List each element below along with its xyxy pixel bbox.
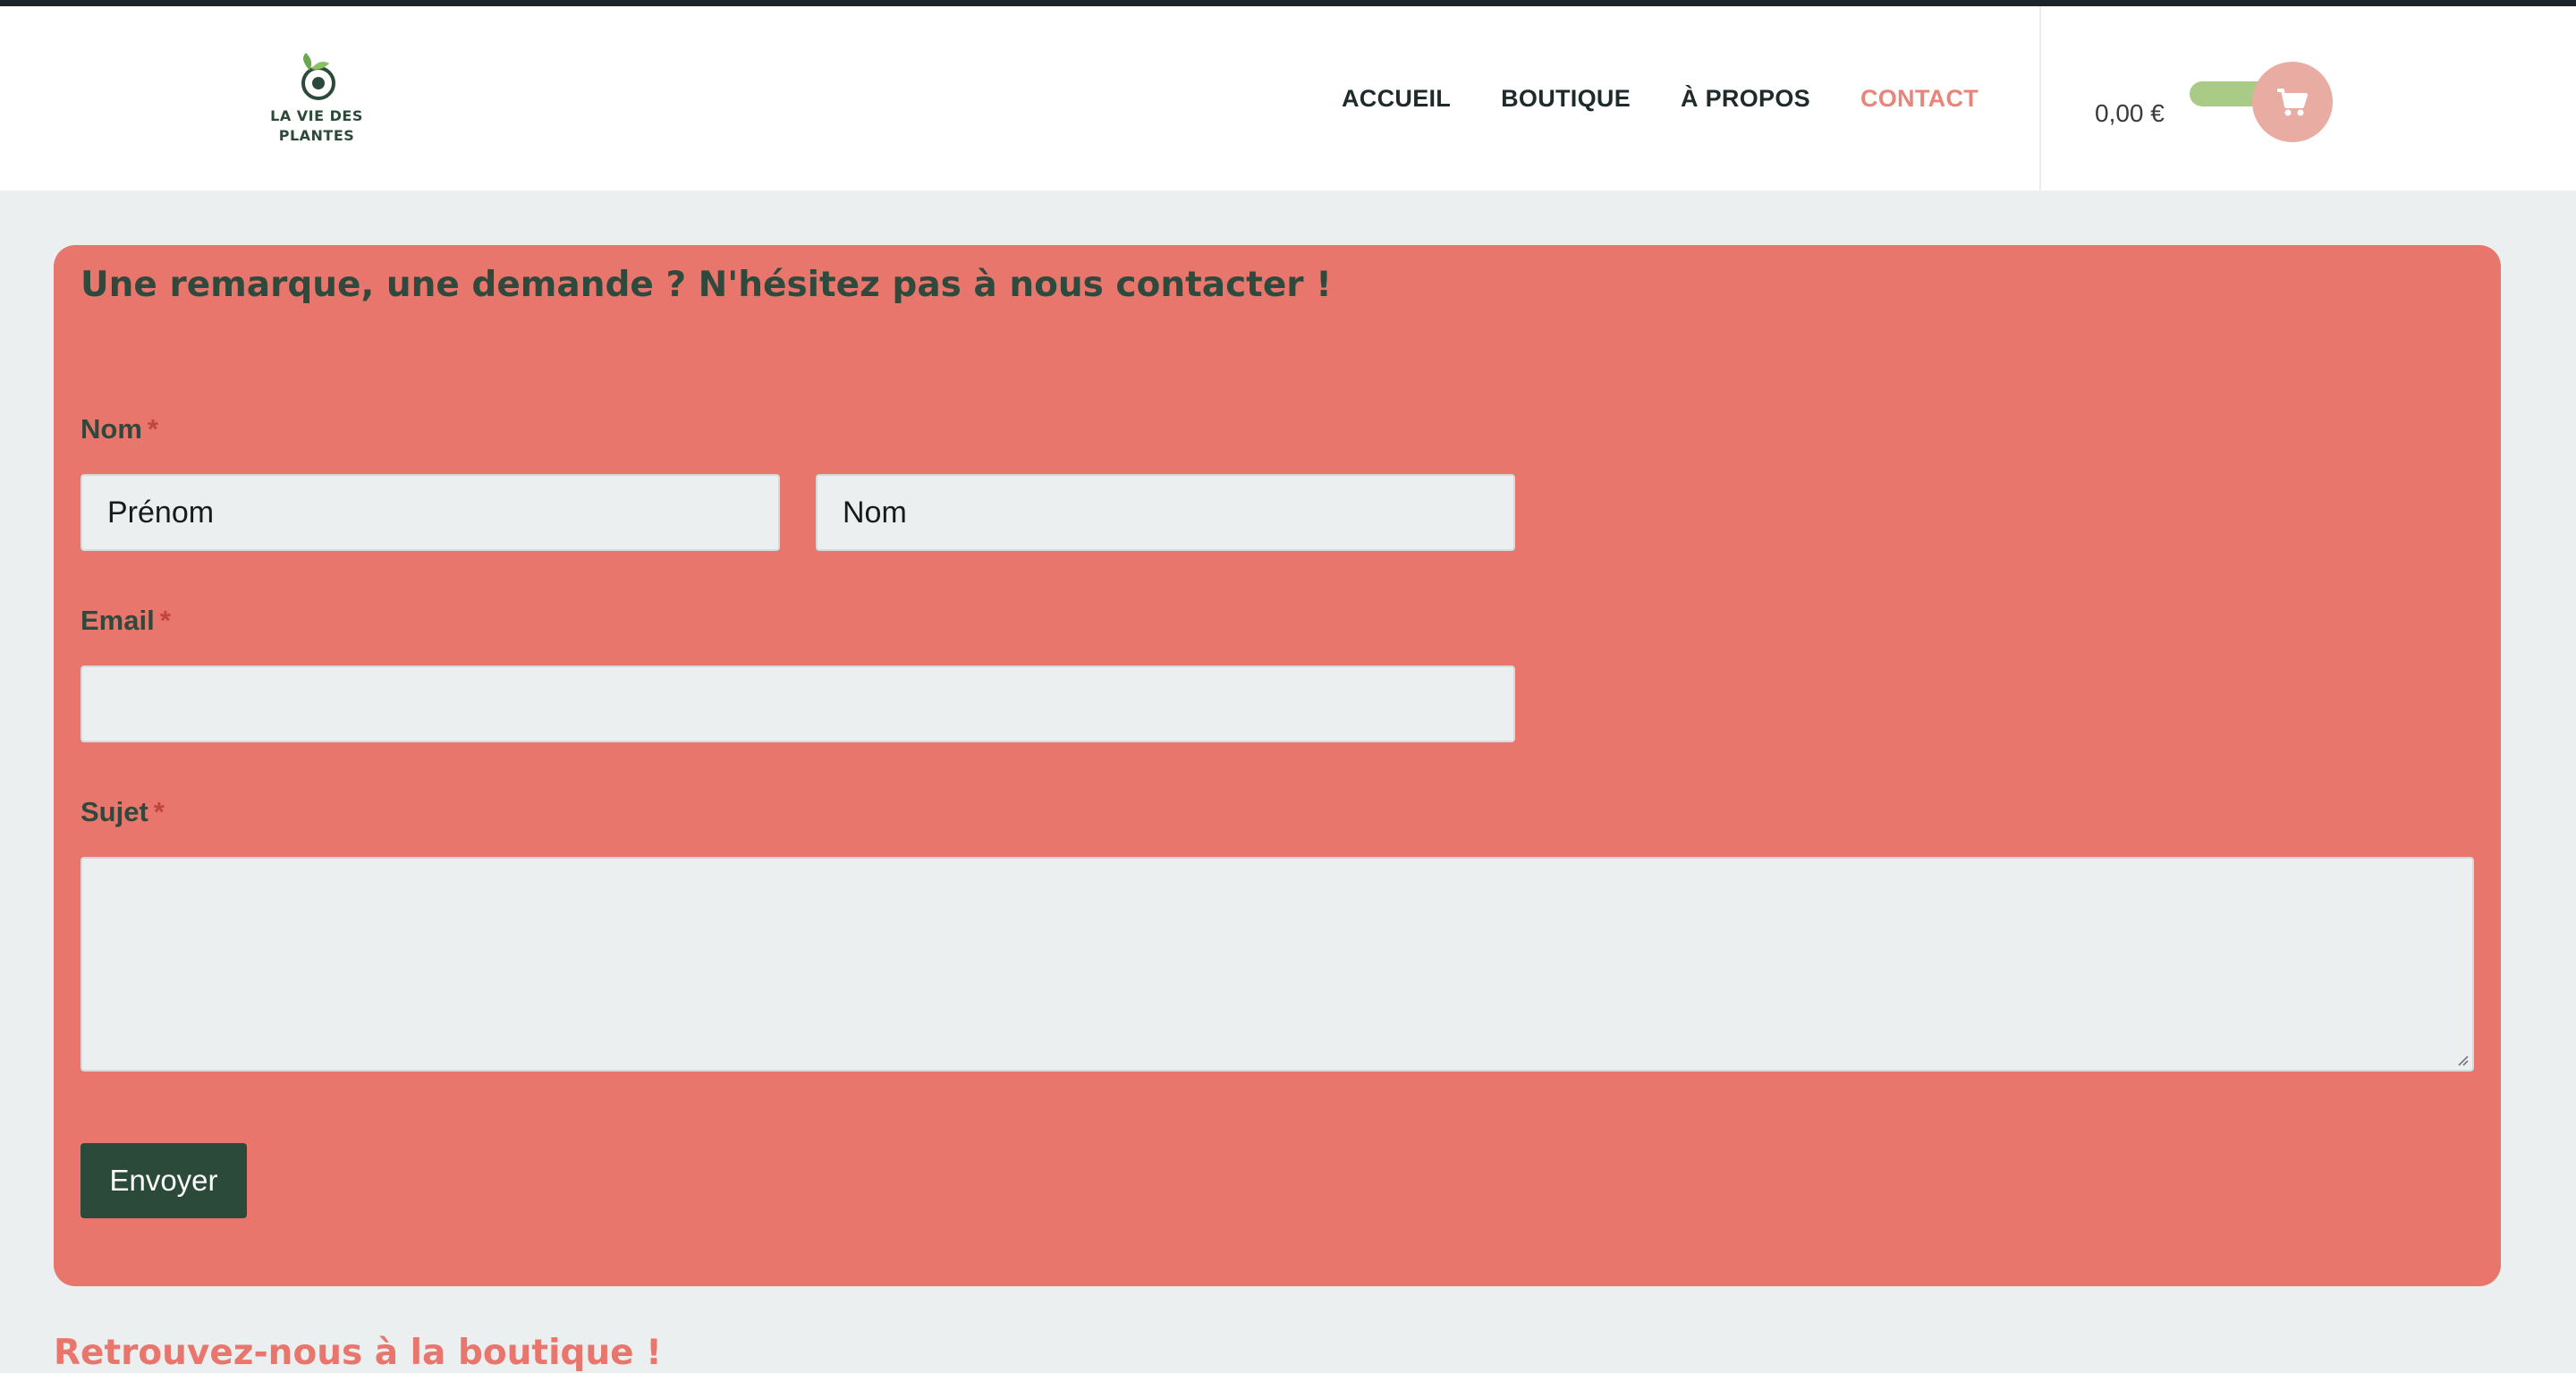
required-marker: * xyxy=(153,796,165,827)
logo-text-line1: LA VIE DES xyxy=(270,107,363,124)
resize-grip-icon[interactable] xyxy=(2454,1052,2469,1066)
email-label: Email * xyxy=(80,605,171,637)
logo-text-line2: PLANTES xyxy=(278,127,355,144)
nav-item-a-propos[interactable]: À PROPOS xyxy=(1681,85,1810,113)
nav-item-contact[interactable]: CONTACT xyxy=(1860,85,1979,113)
plant-logo-icon xyxy=(301,53,335,100)
contact-form: Une remarque, une demande ? N'hésitez pa… xyxy=(54,245,2501,1286)
email-label-text: Email xyxy=(80,605,155,636)
nav-item-boutique[interactable]: BOUTIQUE xyxy=(1501,85,1631,113)
subject-label-text: Sujet xyxy=(80,796,148,827)
subject-label: Sujet * xyxy=(80,796,165,828)
cart-icon xyxy=(2277,89,2308,116)
name-label-text: Nom xyxy=(80,413,142,445)
header-divider xyxy=(2039,6,2041,191)
shop-heading: Retrouvez-nous à la boutique ! xyxy=(54,1333,662,1373)
top-strip xyxy=(0,0,2576,6)
subject-textarea[interactable] xyxy=(80,857,2474,1072)
email-input[interactable] xyxy=(80,665,1515,742)
cart-total[interactable]: 0,00 € xyxy=(2095,99,2165,128)
site-logo[interactable]: LA VIE DES PLANTES xyxy=(268,51,365,151)
required-marker: * xyxy=(159,605,171,636)
first-name-placeholder: Prénom xyxy=(107,495,215,530)
last-name-input[interactable]: Nom xyxy=(816,474,1515,551)
nav-item-accueil[interactable]: ACCUEIL xyxy=(1342,85,1451,113)
main-nav: ACCUEIL BOUTIQUE À PROPOS CONTACT xyxy=(1342,6,1979,191)
first-name-input[interactable]: Prénom xyxy=(80,474,780,551)
required-marker: * xyxy=(147,413,158,445)
cart-button[interactable] xyxy=(2252,62,2333,142)
site-header: LA VIE DES PLANTES ACCUEIL BOUTIQUE À PR… xyxy=(0,6,2576,191)
last-name-placeholder: Nom xyxy=(843,495,907,530)
submit-button[interactable]: Envoyer xyxy=(80,1143,247,1218)
name-label: Nom * xyxy=(80,413,158,445)
form-title: Une remarque, une demande ? N'hésitez pa… xyxy=(80,265,1332,305)
